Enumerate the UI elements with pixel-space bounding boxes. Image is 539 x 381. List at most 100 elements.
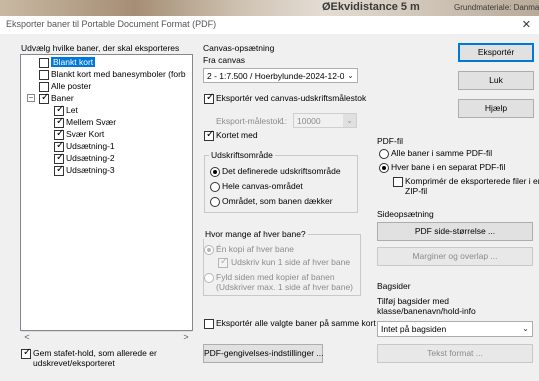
collapse-icon[interactable]: − — [27, 94, 35, 102]
separate-file-radio[interactable] — [379, 163, 389, 173]
tree-item-blankt-kort-banesymboler[interactable]: Blankt kort med banesymboler (forb — [39, 69, 186, 80]
tree-item-let[interactable]: ✓ Let — [54, 103, 78, 116]
check-icon: ✓ — [23, 347, 32, 358]
check-icon: ✓ — [56, 151, 65, 163]
tree-item-label: Let — [66, 105, 78, 115]
backpages-group-label: Bagsider — [377, 281, 411, 291]
chevron-down-icon[interactable]: ⌄ — [344, 69, 357, 82]
tree-item-checkbox[interactable]: ✓ — [39, 91, 50, 104]
scale-prefix: 1: — [280, 116, 288, 126]
tree-item-label: Svær Kort — [66, 129, 105, 139]
check-icon: ✓ — [56, 127, 65, 139]
backpages-combo[interactable]: Intet på bagsiden ⌄ — [377, 321, 533, 337]
export-scale-value: 10000 — [297, 116, 321, 126]
area-whole-canvas-radio[interactable] — [210, 182, 220, 192]
tree-item-udsaetning-1[interactable]: ✓ Udsætning-1 — [54, 139, 115, 152]
page-size-button[interactable]: PDF side-størrelse ... — [377, 222, 533, 241]
from-canvas-label: Fra canvas — [203, 55, 246, 65]
canvas-group-label: Canvas-opsætning — [203, 43, 275, 53]
tree-item-checkbox[interactable] — [39, 81, 49, 92]
export-scale-checkbox[interactable]: ✓ — [204, 92, 214, 104]
check-icon: ✓ — [56, 103, 65, 115]
fill-side-label-2: (Udskriver max. 1 side af hver bane) — [216, 282, 353, 292]
compress-zip-label: Komprimér de eksporterede filer i en — [405, 176, 539, 186]
scroll-left-icon[interactable]: < — [21, 332, 33, 343]
same-file-label: Alle baner i samme PDF-fil — [391, 148, 493, 158]
tree-item-blankt-kort[interactable]: Blankt kort — [39, 57, 96, 68]
tree-item-checkbox[interactable]: ✓ — [54, 115, 65, 128]
compress-zip-label-2: ZIP-fil — [405, 186, 428, 196]
pdf-settings-button[interactable]: PDF-gengivelses-indstillinger ... — [203, 344, 324, 363]
tree-item-checkbox[interactable]: ✓ — [54, 151, 65, 164]
one-copy-radio[interactable] — [204, 245, 214, 255]
tree-item-udsaetning-3[interactable]: ✓ Udsætning-3 — [54, 163, 115, 176]
tree-item-baner[interactable]: ✓ Baner — [39, 91, 74, 104]
tree-item-label: Udsætning-1 — [66, 141, 115, 151]
background-doc-text-2: Grundmateriale: Danmark — [454, 3, 539, 12]
margins-button[interactable]: Marginer og overlap ... — [377, 247, 533, 266]
page-setup-group-label: Sideopsætning — [377, 209, 434, 219]
tree-item-checkbox[interactable]: ✓ — [54, 103, 65, 116]
radio-dot-icon — [382, 166, 386, 170]
tree-item-checkbox[interactable]: ✓ — [54, 163, 65, 176]
dialog-title: Eksporter baner til Portable Document Fo… — [6, 19, 217, 29]
area-course-radio[interactable] — [210, 197, 220, 207]
map-included-checkbox[interactable]: ✓ — [204, 129, 215, 141]
check-icon: ✓ — [220, 256, 229, 267]
save-state-label: Gem stafet-hold, som allerede er — [33, 348, 157, 358]
backpages-combo-value: Intet på bagsiden — [381, 324, 447, 334]
background-doc-text: ØEkvidistance 5 m — [322, 1, 420, 13]
compress-zip-checkbox[interactable] — [393, 177, 403, 187]
check-icon: ✓ — [206, 129, 215, 140]
area-defined-label: Det definerede udskriftsområde — [222, 166, 341, 176]
save-state-label-2: udskrevet/eksporteret — [33, 358, 115, 368]
map-included-label: Kortet med — [216, 130, 258, 140]
close-button[interactable]: Luk — [458, 71, 534, 90]
tree-item-udsaetning-2[interactable]: ✓ Udsætning-2 — [54, 151, 115, 164]
tree-item-label: Alle poster — [51, 81, 92, 91]
help-button[interactable]: Hjælp — [458, 99, 534, 118]
export-all-same-checkbox[interactable] — [204, 319, 214, 329]
dialog-titlebar: Eksporter baner til Portable Document Fo… — [0, 16, 539, 34]
pdf-file-group-label: PDF-fil — [377, 136, 403, 146]
export-all-same-label: Eksportér alle valgte baner på samme kor… — [216, 318, 376, 328]
background-map-strip: ØEkvidistance 5 m Grundmateriale: Danmar… — [0, 0, 539, 16]
tree-horizontal-scrollbar[interactable]: < > — [21, 331, 192, 343]
tree-item-checkbox[interactable]: ✓ — [54, 127, 65, 140]
canvas-combo-value: 2 - 1:7.500 / Hoerbylunde-2024-12-06 — [207, 71, 350, 81]
check-icon: ✓ — [56, 139, 65, 151]
tree-item-label: Udsætning-2 — [66, 153, 115, 163]
tree-item-svaer-kort[interactable]: ✓ Svær Kort — [54, 127, 105, 140]
close-icon[interactable]: ✕ — [522, 18, 531, 31]
course-list-header: Udvælg hvilke baner, der skal eksportere… — [21, 43, 180, 53]
copies-label: Hvor mange af hver bane? — [203, 229, 308, 239]
canvas-combo[interactable]: 2 - 1:7.500 / Hoerbylunde-2024-12-06 ⌄ — [203, 68, 358, 83]
backpages-desc-2: klasse/banenavn/hold-info — [377, 306, 476, 316]
scroll-right-icon[interactable]: > — [180, 332, 192, 343]
tree-item-checkbox[interactable]: ✓ — [54, 139, 65, 152]
text-format-button[interactable]: Tekst format ... — [377, 344, 533, 363]
radio-dot-icon — [213, 170, 217, 174]
export-scale-combo[interactable]: 10000 ⌄ — [293, 113, 357, 128]
course-tree[interactable]: Blankt kort Blankt kort med banesymboler… — [20, 54, 193, 331]
fill-side-label: Fyld siden med kopier af banen — [216, 272, 335, 282]
tree-item-mellem-svaer[interactable]: ✓ Mellem Svær — [54, 115, 116, 128]
chevron-down-icon[interactable]: ⌄ — [343, 114, 356, 127]
area-defined-radio[interactable] — [210, 167, 220, 177]
print-one-side-label: Udskriv kun 1 side af hver bane — [231, 257, 351, 267]
check-icon: ✓ — [56, 115, 65, 127]
tree-item-label: Udsætning-3 — [66, 165, 115, 175]
export-button[interactable]: Eksportér — [458, 43, 534, 62]
separate-file-label: Hver bane i en separat PDF-fil — [391, 162, 506, 172]
tree-item-alle-poster[interactable]: Alle poster — [39, 81, 92, 92]
chevron-down-icon[interactable]: ⌄ — [519, 322, 532, 335]
same-file-radio[interactable] — [379, 149, 389, 159]
print-one-side-checkbox[interactable]: ✓ — [218, 256, 229, 268]
check-icon: ✓ — [56, 163, 65, 175]
tree-item-checkbox[interactable] — [39, 69, 49, 80]
save-state-checkbox[interactable]: ✓ — [21, 347, 32, 359]
tree-item-label: Baner — [51, 93, 74, 103]
fill-side-radio[interactable] — [204, 273, 214, 283]
tree-item-checkbox[interactable] — [39, 57, 49, 68]
check-icon: ✓ — [41, 91, 50, 103]
